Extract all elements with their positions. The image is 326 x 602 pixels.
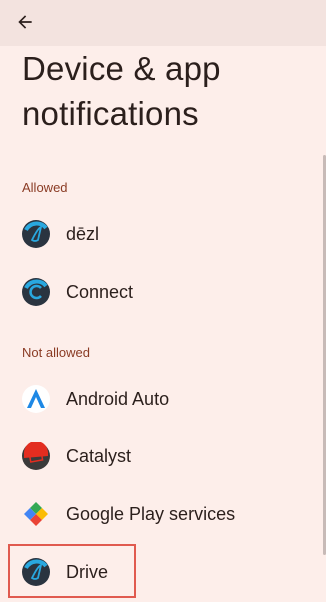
section-label-allowed: Allowed: [22, 180, 68, 195]
app-row-connect[interactable]: Connect: [0, 267, 320, 317]
page-title: Device & app notifications: [22, 50, 221, 132]
dezl-app-icon: [22, 220, 50, 248]
app-label-android-auto: Android Auto: [66, 388, 170, 409]
arrow-back-icon: [18, 15, 32, 29]
top-app-bar: [0, 0, 326, 46]
google-play-services-icon: [24, 502, 48, 526]
app-label-connect: Connect: [66, 281, 134, 302]
android-auto-app-icon: [22, 385, 50, 413]
selection-highlight: [8, 544, 136, 598]
app-row-android-auto[interactable]: Android Auto: [0, 374, 320, 424]
app-label-catalyst: Catalyst: [66, 445, 132, 466]
section-label-not-allowed: Not allowed: [22, 345, 90, 360]
app-label-google-play-services: Google Play services: [66, 503, 236, 524]
catalyst-app-icon: [22, 442, 50, 470]
connect-app-icon: [22, 278, 50, 306]
app-label-dezl: dēzl: [66, 223, 100, 244]
app-row-google-play-services[interactable]: Google Play services: [0, 489, 320, 539]
app-row-catalyst[interactable]: Catalyst: [0, 431, 320, 481]
app-row-dezl[interactable]: dēzl: [0, 209, 320, 259]
back-button[interactable]: [10, 7, 40, 37]
